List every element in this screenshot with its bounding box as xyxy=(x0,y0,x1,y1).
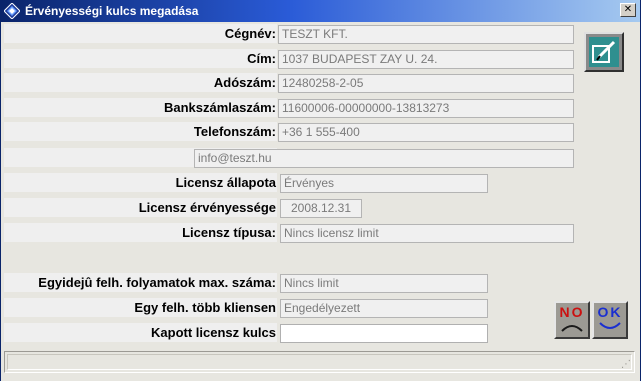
smile-icon xyxy=(599,322,621,329)
license-type-label: Licensz típusa: xyxy=(4,223,277,242)
license-key-input[interactable] xyxy=(280,324,488,343)
address-label: Cím: xyxy=(4,49,277,68)
ok-button[interactable]: OK xyxy=(592,301,628,339)
status-bar: ⋰ xyxy=(4,351,635,373)
close-button[interactable]: ✕ xyxy=(620,3,636,17)
cancel-button-label: NO xyxy=(559,304,585,320)
bank-account-field[interactable]: 11600006-00000000-13813273 xyxy=(278,99,574,118)
license-key-window: Érvényességi kulcs megadása ✕ Cégnév: TE… xyxy=(0,0,641,381)
diamond-app-icon xyxy=(4,3,20,19)
multi-client-label: Egy felh. több kliensen xyxy=(4,298,277,317)
tax-number-field[interactable]: 12480258-2-05 xyxy=(278,74,574,93)
phone-label: Telefonszám: xyxy=(4,122,277,141)
phone-field[interactable]: +36 1 555-400 xyxy=(278,123,574,142)
concurrent-processes-field[interactable]: Nincs limit xyxy=(280,274,488,293)
status-pane xyxy=(7,354,632,370)
tax-number-label: Adószám: xyxy=(4,73,277,92)
license-form: Cégnév: TESZT KFT. Cím: 1037 BUDAPEST ZA… xyxy=(1,22,640,381)
license-key-label: Kapott licensz kulcs xyxy=(4,323,277,342)
license-status-field[interactable]: Érvényes xyxy=(280,174,488,193)
email-field[interactable]: info@teszt.hu xyxy=(194,149,574,168)
license-type-field[interactable]: Nincs licensz limit xyxy=(280,224,574,243)
close-icon: ✕ xyxy=(623,4,633,15)
window-title: Érvényességi kulcs megadása xyxy=(25,4,199,18)
license-validity-label: Licensz érvényessége xyxy=(4,198,277,217)
ok-button-label: OK xyxy=(597,304,623,320)
address-field[interactable]: 1037 BUDAPEST ZAY U. 24. xyxy=(278,50,574,69)
license-validity-field[interactable]: 2008.12.31 xyxy=(280,199,362,218)
concurrent-processes-label: Egyidejû felh. folyamatok max. száma: xyxy=(4,273,277,292)
bank-account-label: Bankszámlaszám: xyxy=(4,98,277,117)
edit-button[interactable] xyxy=(584,32,624,72)
multi-client-field[interactable]: Engedélyezett xyxy=(280,299,488,318)
title-bar: Érvényességi kulcs megadása ✕ xyxy=(1,0,640,22)
company-name-field[interactable]: TESZT KFT. xyxy=(278,25,574,44)
license-status-label: Licensz állapota xyxy=(4,173,277,192)
company-name-label: Cégnév: xyxy=(4,24,277,43)
edit-pencil-icon xyxy=(589,37,619,67)
resize-grip-icon[interactable]: ⋰ xyxy=(621,359,633,371)
cancel-button[interactable]: NO xyxy=(554,301,590,339)
frown-icon xyxy=(561,325,583,332)
